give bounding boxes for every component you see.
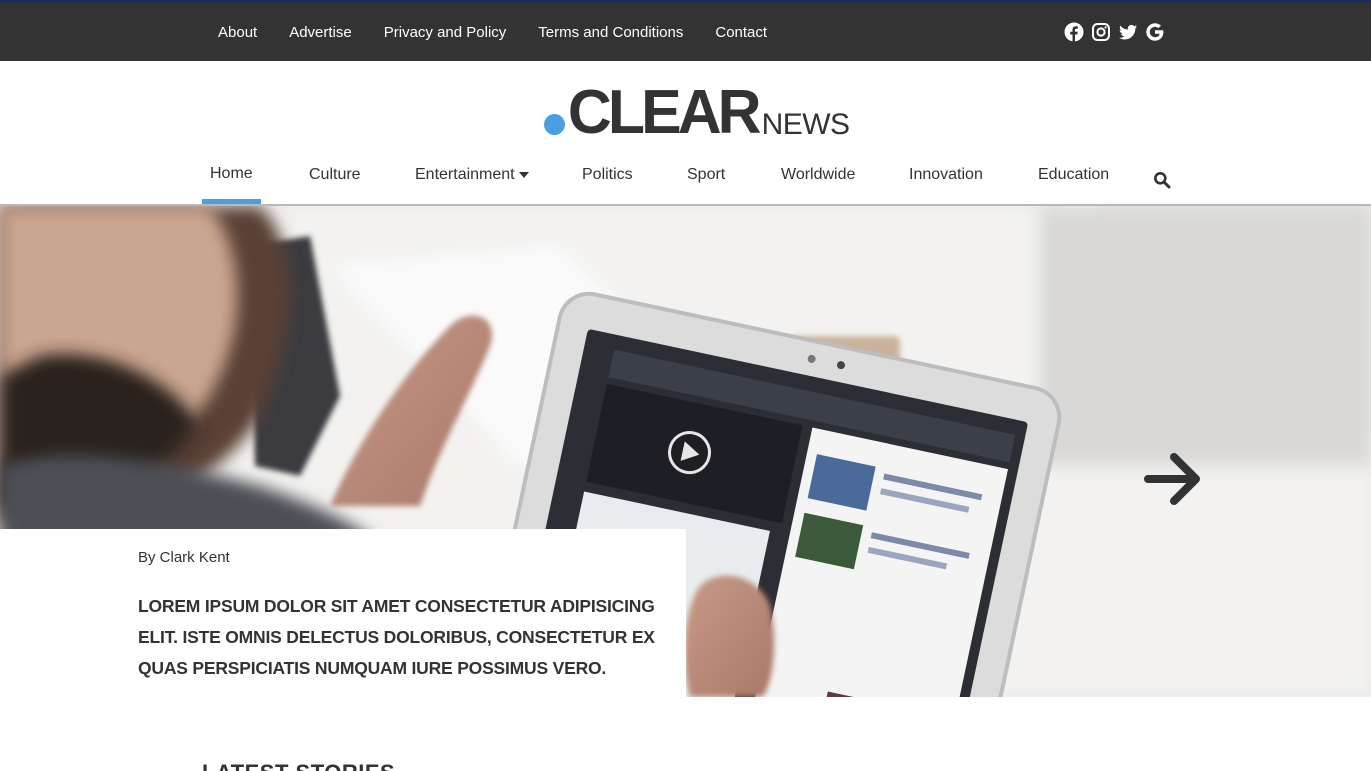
hero-caption-card[interactable]: By Clark Kent LOREM IPSUM DOLOR SIT AMET…	[0, 529, 686, 697]
nav-item-entertainment[interactable]: Entertainment	[415, 166, 529, 184]
top-link-about[interactable]: About	[218, 24, 257, 41]
search-icon[interactable]	[1153, 171, 1171, 189]
article-byline: By Clark Kent	[138, 549, 230, 566]
section-title: LATEST STORIES	[202, 760, 395, 771]
social-links	[1064, 22, 1165, 42]
article-headline[interactable]: LOREM IPSUM DOLOR SIT AMET CONSECTETUR A…	[138, 591, 678, 684]
google-icon[interactable]	[1145, 22, 1165, 42]
nav-item-sport[interactable]: Sport	[687, 166, 725, 184]
caret-down-icon	[518, 171, 529, 178]
top-link-advertise[interactable]: Advertise	[289, 24, 352, 41]
nav-item-politics[interactable]: Politics	[582, 166, 633, 184]
logo-dot	[544, 114, 565, 135]
top-bar: About Advertise Privacy and Policy Terms…	[0, 0, 1371, 61]
top-link-privacy[interactable]: Privacy and Policy	[384, 24, 507, 41]
nav-item-worldwide[interactable]: Worldwide	[781, 166, 855, 184]
nav-item-education[interactable]: Education	[1038, 166, 1109, 184]
nav-item-home[interactable]: Home	[202, 165, 261, 204]
arrow-right-icon[interactable]	[1144, 450, 1204, 508]
site-logo[interactable]: CLEAR NEWS	[544, 74, 850, 144]
twitter-icon[interactable]	[1118, 22, 1138, 42]
facebook-icon[interactable]	[1064, 22, 1084, 42]
nav-item-innovation[interactable]: Innovation	[909, 166, 983, 184]
top-link-terms[interactable]: Terms and Conditions	[538, 24, 683, 41]
logo-clear-text: CLEAR	[567, 78, 762, 147]
top-link-contact[interactable]: Contact	[715, 24, 767, 41]
top-links: About Advertise Privacy and Policy Terms…	[218, 3, 799, 61]
nav-item-culture[interactable]: Culture	[309, 166, 361, 184]
logo-news-text: NEWS	[761, 108, 851, 141]
nav-item-entertainment-label: Entertainment	[415, 166, 515, 183]
instagram-icon[interactable]	[1091, 22, 1111, 42]
